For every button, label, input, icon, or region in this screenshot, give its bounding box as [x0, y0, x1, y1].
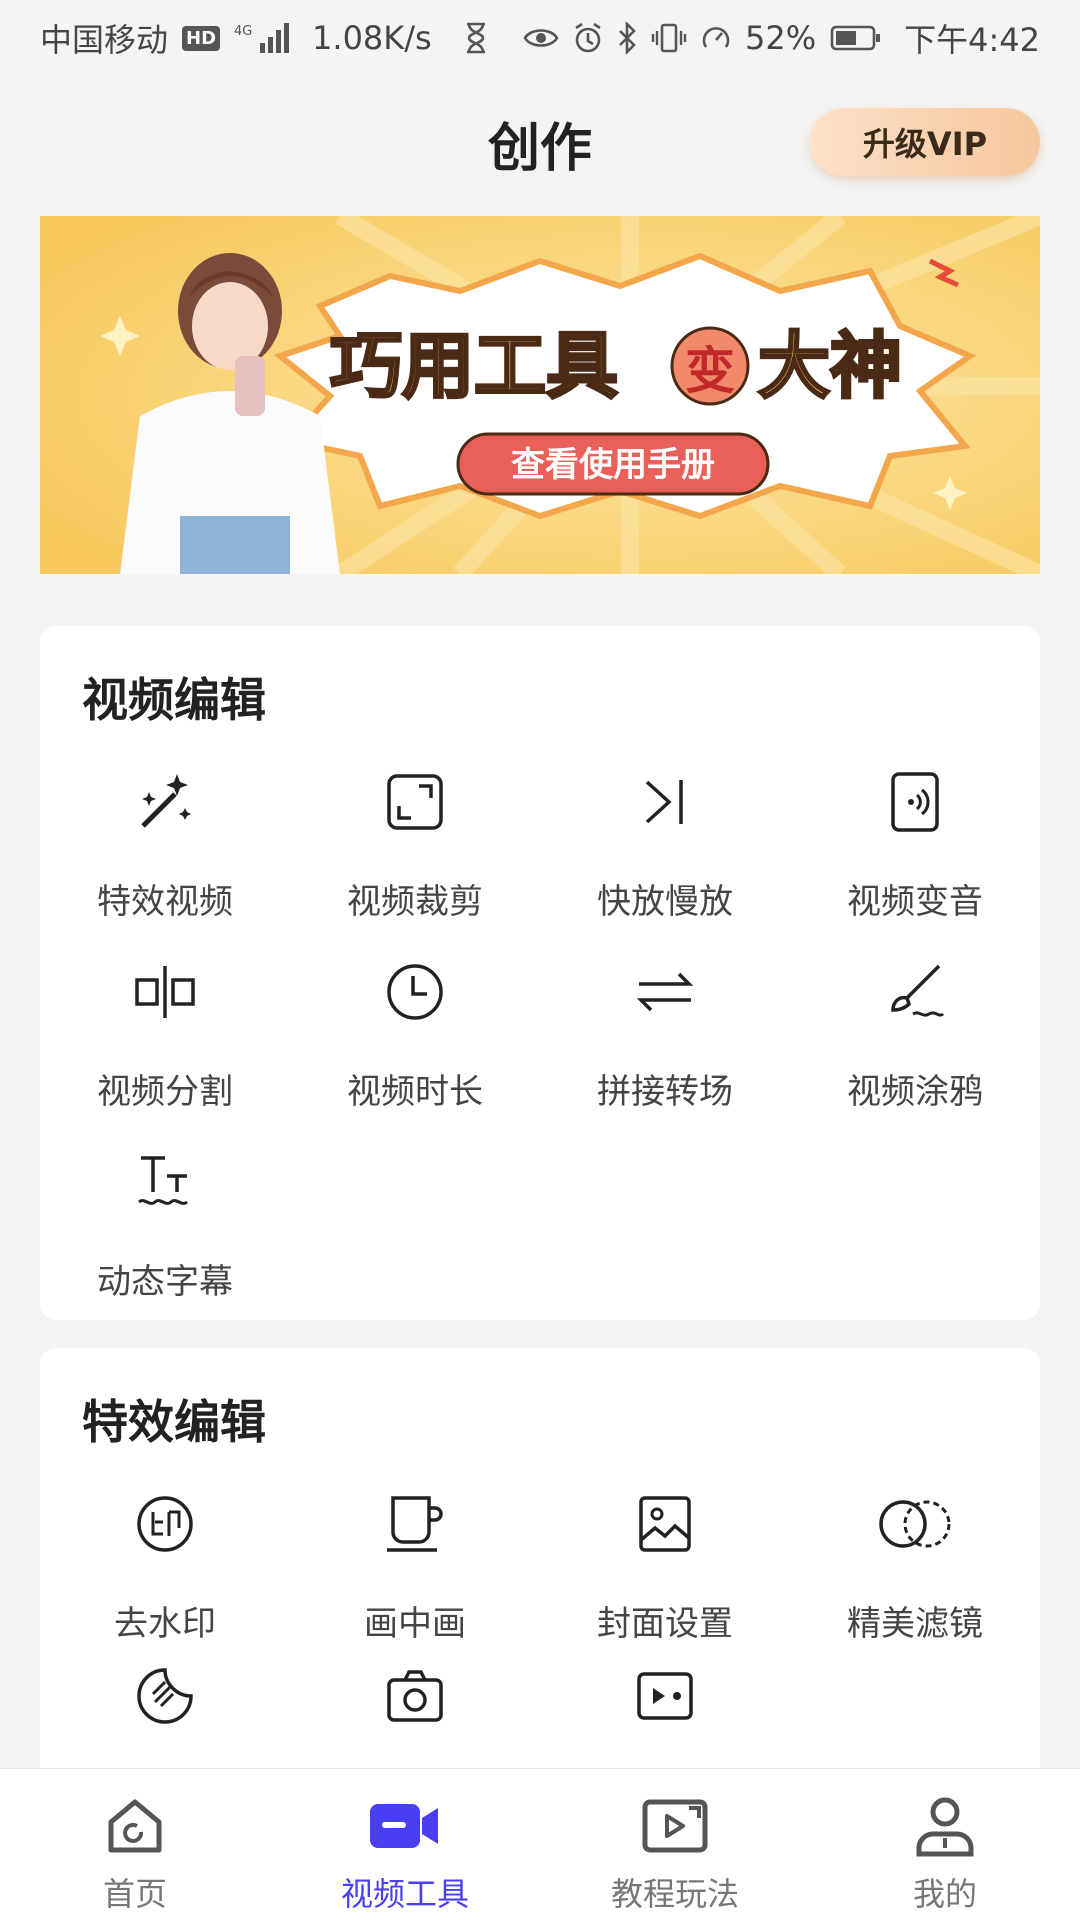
tool-cover-settings[interactable]: 封面设置 — [540, 1476, 790, 1666]
tab-profile[interactable]: 我的 — [810, 1769, 1080, 1920]
banner-headline-right: 大神 — [758, 324, 902, 408]
bottom-tab-bar: 首页 视频工具 教程玩法 我的 — [0, 1768, 1080, 1920]
tool-label: 视频涂鸦 — [847, 1072, 983, 1112]
tab-label: 视频工具 — [340, 1875, 469, 1913]
eye-icon — [523, 25, 559, 51]
tool-label: 视频裁剪 — [347, 882, 483, 922]
tool-video-crop[interactable]: 视频裁剪 — [290, 754, 540, 944]
tutorial-play-icon — [638, 1789, 712, 1863]
camera-icon — [375, 1656, 455, 1736]
clock-icon — [375, 952, 455, 1032]
manual-button-label: 查看使用手册 — [511, 445, 715, 485]
tool-remove-watermark[interactable]: 去水印 — [40, 1476, 290, 1666]
tool-label: 快放慢放 — [597, 882, 733, 922]
hd-badge: HD — [182, 25, 221, 51]
tool-label: 拼接转场 — [597, 1072, 733, 1112]
banner-headline-badge: 变 — [685, 342, 735, 400]
promo-banner[interactable]: 巧用工具 变 大神 查看使用手册 — [40, 216, 1040, 574]
video-edit-section: 视频编辑 特效视频 视频裁剪 快放慢放 视频变音 视频分割 视频时长 拼接转场 … — [40, 626, 1040, 1320]
tool-filters[interactable]: 精美滤镜 — [790, 1476, 1040, 1666]
bluetooth-icon — [617, 22, 637, 54]
sticker-icon — [125, 1656, 205, 1736]
tool-label: 特效视频 — [97, 882, 233, 922]
cover-image-icon — [625, 1484, 705, 1564]
tool-subtitles[interactable]: 动态字幕 — [40, 1134, 290, 1324]
text-subtitle-icon — [125, 1142, 205, 1222]
fast-forward-icon — [625, 762, 705, 842]
transition-arrows-icon — [625, 952, 705, 1032]
tab-home[interactable]: 首页 — [0, 1769, 270, 1920]
alarm-icon — [573, 22, 603, 54]
tool-duration[interactable]: 视频时长 — [290, 944, 540, 1134]
tool-label: 视频分割 — [97, 1072, 233, 1112]
picture-in-picture-icon — [375, 1484, 455, 1564]
battery-icon — [830, 24, 882, 52]
home-icon — [98, 1789, 172, 1863]
tool-transition[interactable]: 拼接转场 — [540, 944, 790, 1134]
tab-label: 首页 — [102, 1875, 167, 1913]
tool-label: 画中画 — [364, 1604, 466, 1644]
effect-edit-section: 特效编辑 去水印 画中画 封面设置 精美滤镜 — [40, 1348, 1040, 1788]
tab-tutorials[interactable]: 教程玩法 — [540, 1769, 810, 1920]
tool-label: 视频时长 — [347, 1072, 483, 1112]
tab-label: 教程玩法 — [610, 1875, 739, 1913]
section-title: 特效编辑 — [82, 1395, 266, 1449]
filter-circles-icon — [875, 1484, 955, 1564]
tab-label: 我的 — [912, 1875, 977, 1913]
magic-wand-icon — [125, 762, 205, 842]
tool-effect-video[interactable]: 特效视频 — [40, 754, 290, 944]
vibrate-icon — [651, 22, 687, 54]
battery-percent: 52% — [745, 19, 817, 57]
signal-icon: 4G — [234, 21, 292, 55]
split-icon — [125, 952, 205, 1032]
clock-time: 下午4:42 — [904, 21, 1040, 59]
speedometer-icon — [701, 23, 731, 53]
tool-picture-in-picture[interactable]: 画中画 — [290, 1476, 540, 1666]
tool-label: 精美滤镜 — [847, 1604, 983, 1644]
tool-label: 封面设置 — [597, 1604, 733, 1644]
status-bar: 中国移动 HD 4G 1.08K/s 52% 下午4:42 — [0, 0, 1080, 76]
tool-split[interactable]: 视频分割 — [40, 944, 290, 1134]
tab-video-tools[interactable]: 视频工具 — [270, 1769, 540, 1920]
voice-change-icon — [875, 762, 955, 842]
watermark-stamp-icon — [125, 1484, 205, 1564]
tool-voice-change[interactable]: 视频变音 — [790, 754, 1040, 944]
carrier-label: 中国移动 — [40, 21, 169, 59]
paint-brush-icon — [875, 952, 955, 1032]
hourglass-icon — [464, 22, 488, 54]
net-speed: 1.08K/s — [312, 19, 432, 57]
page-header: 创作 升级VIP — [0, 76, 1080, 208]
tool-label: 视频变音 — [847, 882, 983, 922]
tool-doodle[interactable]: 视频涂鸦 — [790, 944, 1040, 1134]
upgrade-vip-button[interactable]: 升级VIP — [810, 108, 1040, 176]
crop-frame-icon — [375, 762, 455, 842]
banner-headline-left: 巧用工具 — [330, 324, 618, 408]
tool-label: 去水印 — [114, 1604, 216, 1644]
tool-label: 动态字幕 — [97, 1262, 233, 1302]
tool-speed[interactable]: 快放慢放 — [540, 754, 790, 944]
net-type-label: 4G — [234, 24, 252, 39]
video-camera-icon — [368, 1789, 442, 1863]
section-title: 视频编辑 — [82, 673, 266, 727]
profile-icon — [908, 1789, 982, 1863]
video-player-icon — [625, 1656, 705, 1736]
